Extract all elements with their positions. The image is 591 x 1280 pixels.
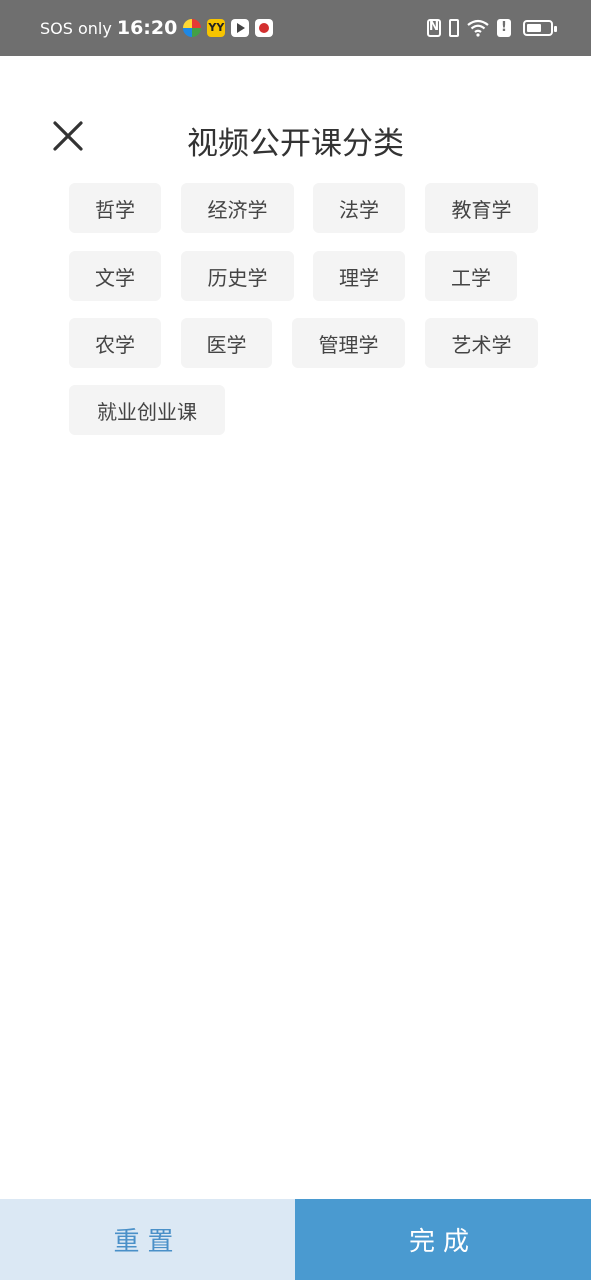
status-bar-right: !: [427, 0, 557, 56]
category-tag[interactable]: 管理学: [292, 318, 405, 368]
category-tag[interactable]: 农学: [69, 318, 161, 368]
category-tag[interactable]: 工学: [425, 251, 517, 301]
category-tag[interactable]: 法学: [313, 183, 405, 233]
category-tag[interactable]: 文学: [69, 251, 161, 301]
play-icon: [231, 19, 250, 37]
wifi-icon: [467, 19, 489, 37]
done-button[interactable]: 完成: [295, 1199, 591, 1280]
status-bar: SOS only 16:20 YY !: [0, 0, 591, 56]
battery-level: [527, 24, 542, 32]
nfc-icon: [427, 19, 441, 37]
yy-app-icon: YY: [207, 19, 226, 37]
vibrate-icon: [449, 19, 459, 37]
category-tag[interactable]: 历史学: [181, 251, 294, 301]
category-tag[interactable]: 教育学: [425, 183, 538, 233]
category-tag[interactable]: 理学: [313, 251, 405, 301]
carrier-text: SOS only: [40, 18, 112, 38]
bottom-action-bar: 重置 完成: [0, 1199, 591, 1280]
category-tag[interactable]: 艺术学: [425, 318, 538, 368]
chrome-like-icon: [183, 19, 202, 37]
category-tag[interactable]: 经济学: [181, 183, 294, 233]
page-title: 视频公开课分类: [187, 126, 404, 162]
clock-time: 16:20: [116, 17, 178, 39]
alert-icon: !: [497, 19, 511, 37]
red-dot-app-icon: [255, 19, 274, 37]
reset-button[interactable]: 重置: [0, 1199, 295, 1280]
category-tag[interactable]: 就业创业课: [69, 385, 225, 435]
status-bar-left: SOS only 16:20 YY: [40, 0, 274, 56]
battery-icon: [523, 20, 557, 36]
category-tag[interactable]: 哲学: [69, 183, 161, 233]
category-tag[interactable]: 医学: [181, 318, 272, 368]
